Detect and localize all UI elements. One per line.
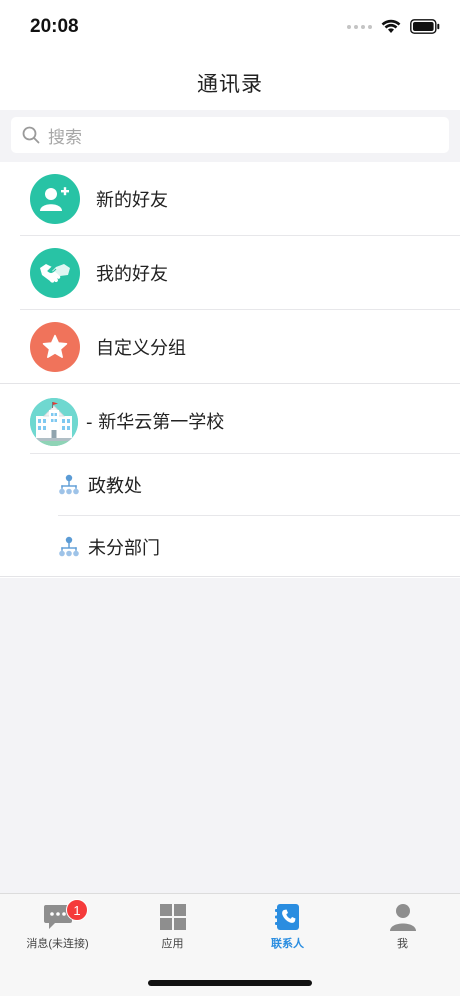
tab-label: 应用: [161, 938, 184, 950]
tab-label: 联系人: [271, 938, 304, 950]
star-icon: [30, 322, 80, 372]
tab-contacts[interactable]: 联系人: [230, 894, 345, 954]
department-label: 未分部门: [88, 538, 160, 559]
tab-label: 消息(未连接): [26, 938, 89, 950]
department-label: 政教处: [88, 476, 142, 497]
page-title: 通讯录: [197, 72, 263, 96]
home-indicator-area: [0, 954, 460, 996]
grid-icon: [159, 904, 186, 930]
cellular-signal-icon: [347, 24, 372, 29]
list-item-label: 新的好友: [96, 190, 168, 211]
search-input[interactable]: 搜索: [11, 117, 449, 153]
list-item-label: 自定义分组: [96, 338, 186, 359]
nav-bar: 通讯录: [0, 56, 460, 110]
department-item-unassigned[interactable]: 未分部门: [0, 516, 460, 578]
phone-book-icon: [274, 904, 299, 930]
org-name: - 新华云第一学校: [86, 412, 225, 433]
unread-badge: 1: [66, 899, 88, 921]
department-item-political-affairs[interactable]: 政教处: [0, 454, 460, 516]
status-bar: 20:08: [0, 0, 460, 56]
organization-list: - 新华云第一学校 政教处 未分部门: [0, 384, 460, 578]
list-item-custom-groups[interactable]: 自定义分组: [0, 310, 460, 384]
status-icons: [347, 19, 440, 34]
school-building-icon: [30, 398, 78, 446]
handshake-icon: [30, 248, 80, 298]
tab-bar: 1 消息(未连接) 应用 联系人 我: [0, 893, 460, 954]
tab-apps[interactable]: 应用: [115, 894, 230, 954]
org-school[interactable]: - 新华云第一学校: [0, 384, 460, 454]
search-placeholder: 搜索: [48, 127, 82, 148]
status-time: 20:08: [30, 16, 79, 37]
tab-messages[interactable]: 1 消息(未连接): [0, 894, 115, 954]
wifi-icon: [381, 19, 401, 33]
tab-label: 我: [397, 938, 408, 950]
contacts-list: 新的好友 我的好友 自定义分组: [0, 162, 460, 384]
org-chart-icon: [59, 536, 79, 557]
list-item-new-friends[interactable]: 新的好友: [0, 162, 460, 236]
search-area: 搜索: [0, 110, 460, 162]
list-item-label: 我的好友: [96, 264, 168, 285]
org-chart-icon: [59, 474, 79, 495]
tab-me[interactable]: 我: [345, 894, 460, 954]
search-icon: [22, 126, 40, 144]
person-icon: [389, 904, 416, 931]
add-user-icon: [30, 174, 80, 224]
list-item-my-friends[interactable]: 我的好友: [0, 236, 460, 310]
battery-icon: [410, 19, 440, 34]
home-indicator[interactable]: [148, 980, 312, 986]
